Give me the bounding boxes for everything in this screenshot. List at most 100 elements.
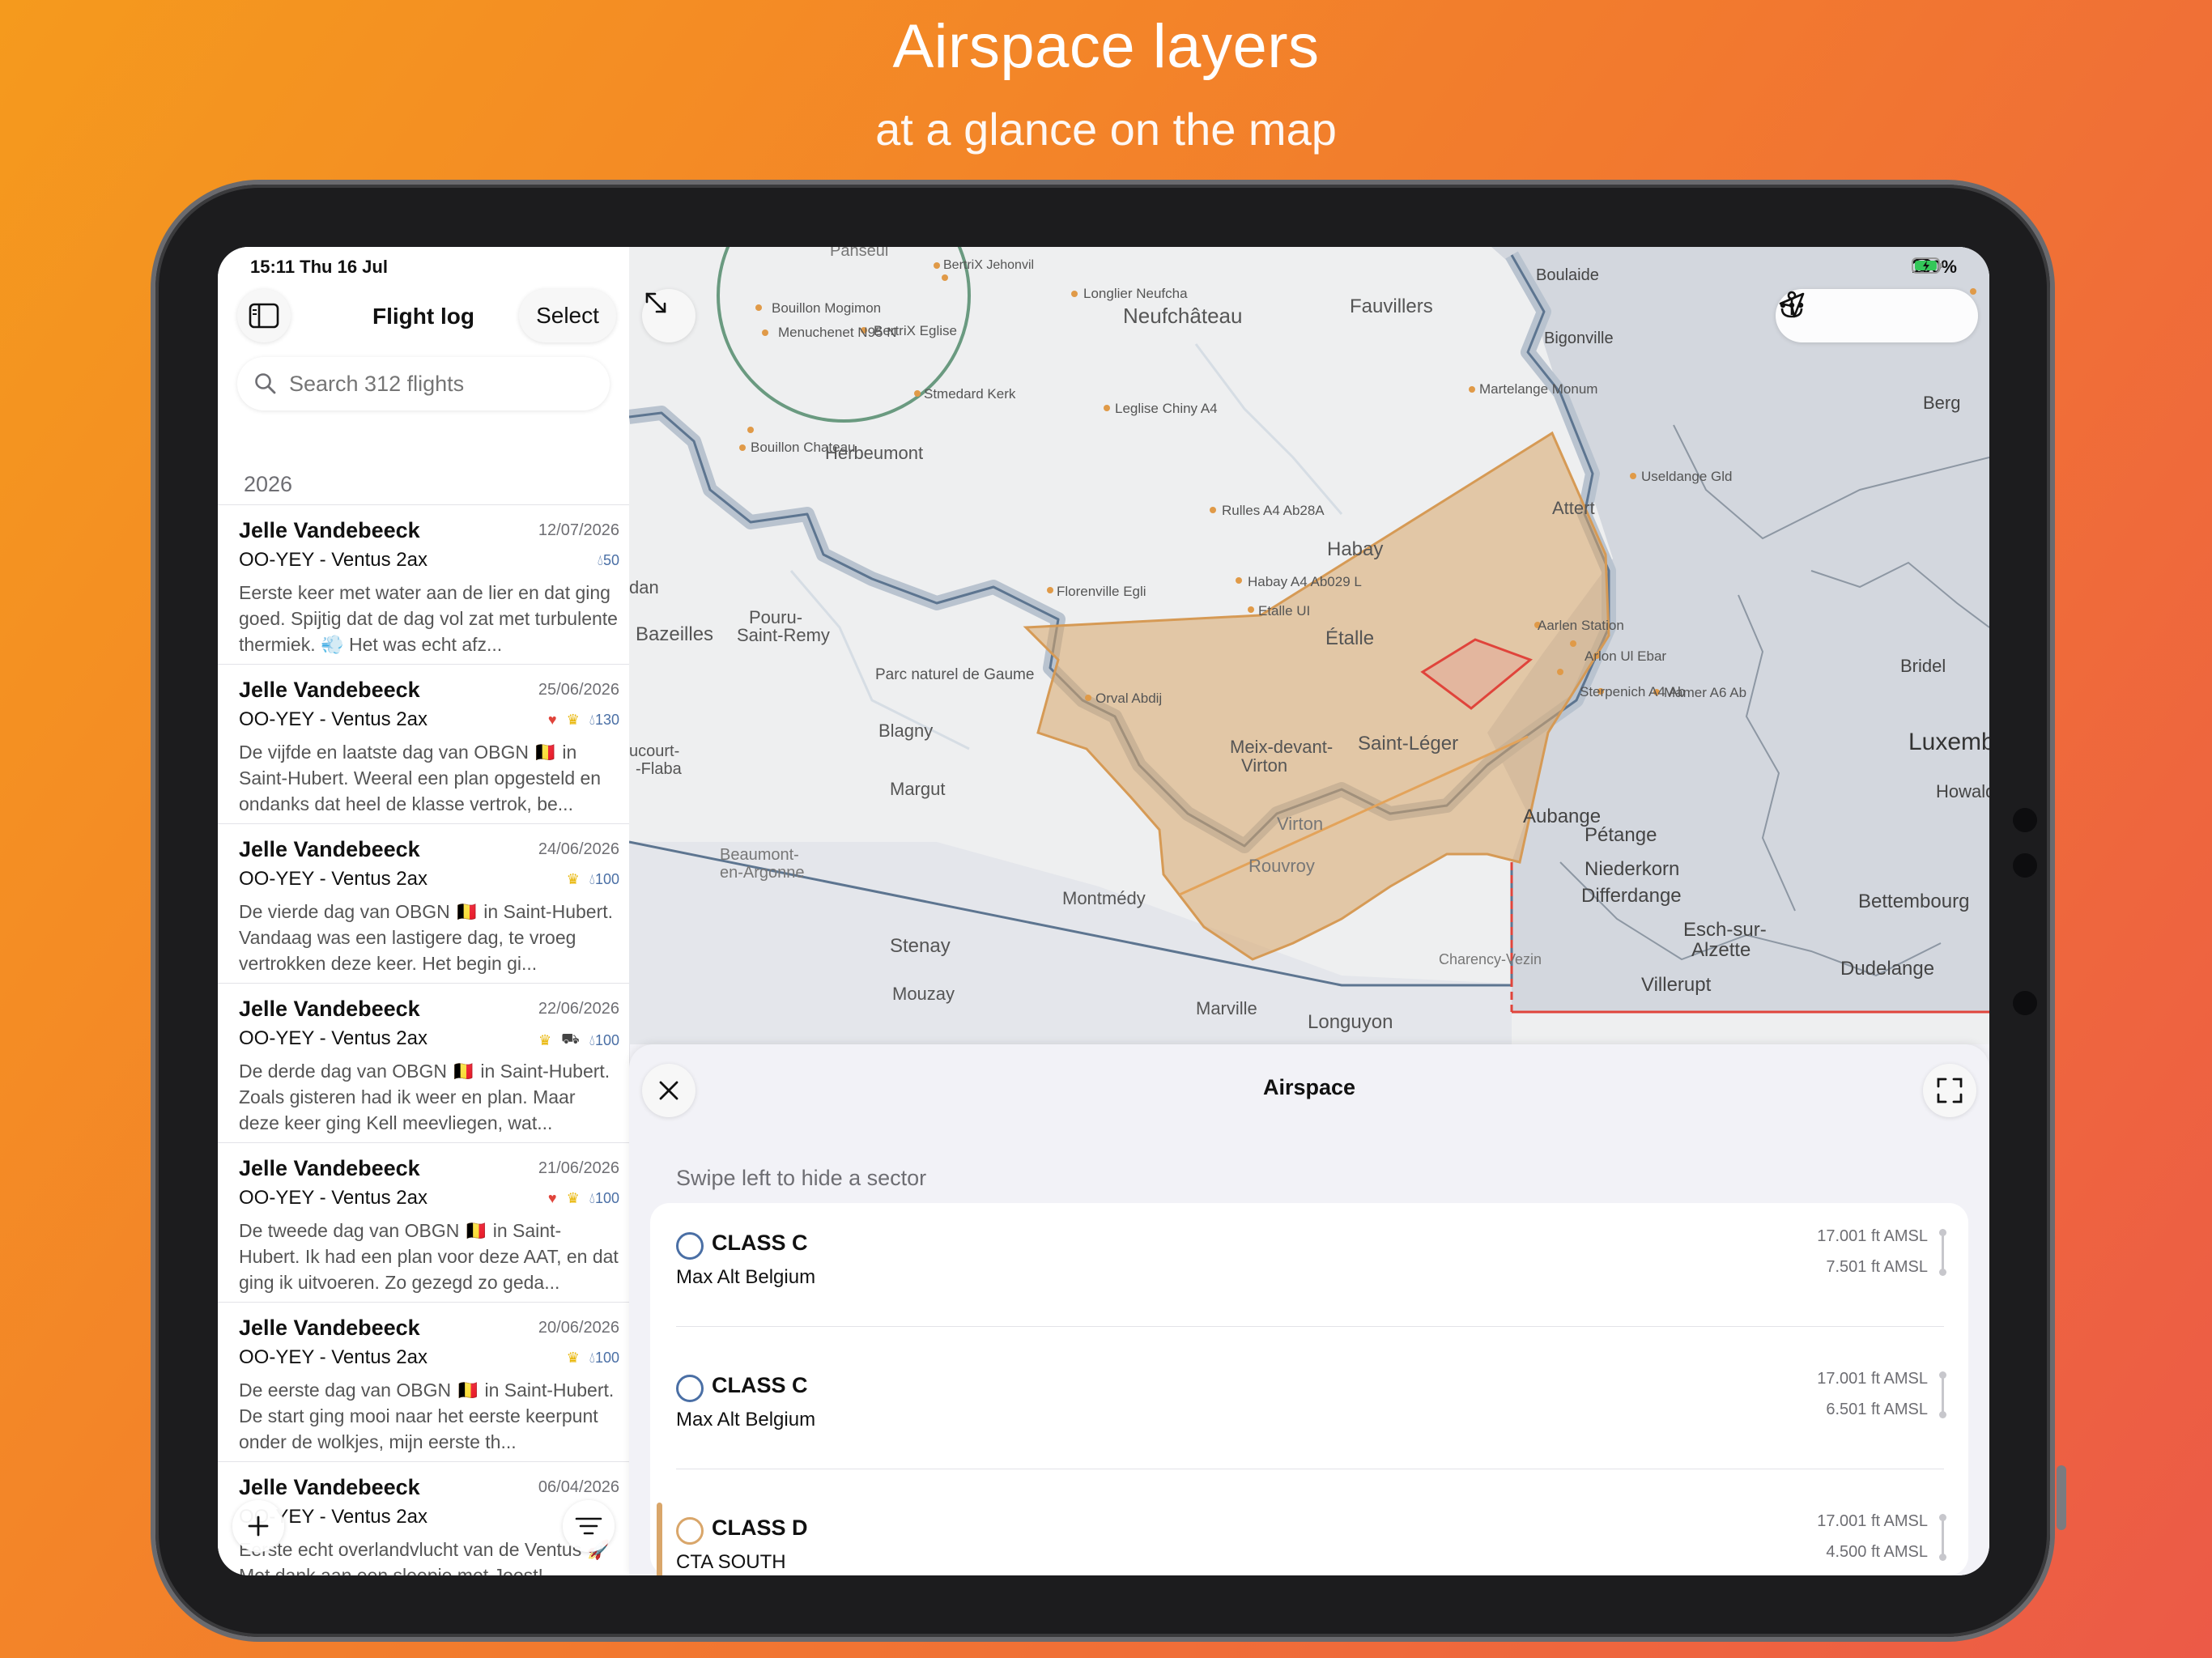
filter-button[interactable] bbox=[563, 1500, 615, 1552]
search-bar[interactable] bbox=[237, 357, 610, 410]
map-label: Saint-Remy bbox=[737, 625, 830, 645]
airspace-name: Max Alt Belgium bbox=[676, 1409, 816, 1431]
airspace-row[interactable]: CLASS C Max Alt Belgium 17.001 ft AMSL 6… bbox=[650, 1346, 1968, 1469]
airspace-class-ring-icon bbox=[676, 1517, 704, 1545]
glider-registration: OO-YEY - Ventus 2ax bbox=[239, 1187, 428, 1209]
water-badge: 💧︎50 bbox=[598, 552, 619, 569]
water-amount: 100 bbox=[594, 1031, 619, 1048]
add-flight-button[interactable] bbox=[232, 1500, 284, 1552]
row-divider bbox=[676, 1326, 1944, 1327]
map-label: Rulles A4 Ab28A bbox=[1222, 503, 1325, 518]
water-amount: 50 bbox=[602, 552, 619, 568]
flight-badges: ♛ 💧︎100 bbox=[567, 871, 619, 888]
altitude-range-icon bbox=[1939, 1229, 1946, 1276]
hero-title: Airspace layers bbox=[892, 12, 1320, 81]
map-label: Luxembourg bbox=[1908, 729, 1989, 755]
flight-list: Jelle Vandebeeck 12/07/2026 OO-YEY - Ven… bbox=[218, 504, 629, 1575]
flight-date: 06/04/2026 bbox=[538, 1478, 619, 1496]
map-canvas bbox=[629, 247, 1989, 1044]
pilot-name: Jelle Vandebeeck bbox=[239, 678, 420, 702]
water-badge: 💧︎100 bbox=[589, 1350, 619, 1367]
expand-arrows-icon bbox=[645, 292, 666, 313]
altitude-range-icon bbox=[1939, 1371, 1946, 1418]
flight-badges: ♥ ♛ 💧︎100 bbox=[548, 1190, 619, 1207]
flight-list-item[interactable]: Jelle Vandebeeck 12/07/2026 OO-YEY - Ven… bbox=[218, 504, 629, 664]
map-label: Étalle bbox=[1325, 627, 1375, 649]
upper-limit: 17.001 ft AMSL bbox=[1817, 1227, 1928, 1245]
map-label: Saint-Léger bbox=[1358, 733, 1459, 755]
crown-icon: ♛ bbox=[566, 712, 580, 728]
map-label: Neufchâteau bbox=[1123, 304, 1243, 328]
heart-icon: ♥ bbox=[547, 712, 557, 728]
map-label: Niederkorn bbox=[1585, 858, 1680, 880]
map-label: Bouillon Chateau bbox=[751, 440, 856, 455]
fullscreen-sheet-button[interactable] bbox=[1923, 1064, 1976, 1117]
map-label: Bettembourg bbox=[1858, 891, 1970, 912]
search-input[interactable] bbox=[287, 370, 598, 397]
flight-list-item[interactable]: Jelle Vandebeeck 22/06/2026 OO-YEY - Ven… bbox=[218, 983, 629, 1142]
map-label: en-Argonne bbox=[720, 864, 805, 882]
water-badge: 💧︎100 bbox=[589, 871, 619, 888]
map-label: Longlier Neufcha bbox=[1083, 286, 1188, 301]
map-label: Differdange bbox=[1581, 885, 1682, 907]
flight-date: 24/06/2026 bbox=[538, 840, 619, 858]
glider-registration: OO-YEY - Ventus 2ax bbox=[239, 1346, 428, 1368]
hero-subtitle: at a glance on the map bbox=[875, 104, 1337, 155]
flight-list-item[interactable]: Jelle Vandebeeck 21/06/2026 OO-YEY - Ven… bbox=[218, 1142, 629, 1302]
side-sensor bbox=[2013, 991, 2037, 1015]
map-label: Blagny bbox=[878, 721, 934, 741]
water-drop-icon: 💧︎ bbox=[589, 1190, 595, 1206]
flight-date: 25/06/2026 bbox=[538, 681, 619, 699]
flight-preview: De vijfde en laatste dag van OBGN 🇧🇪 in … bbox=[239, 742, 602, 814]
airspace-list: CLASS C Max Alt Belgium 17.001 ft AMSL 7… bbox=[650, 1203, 1968, 1575]
select-button[interactable]: Select bbox=[519, 289, 616, 342]
flight-date: 22/06/2026 bbox=[538, 1000, 619, 1018]
map-toolbar bbox=[1776, 289, 1978, 342]
map-label: Boulaide bbox=[1536, 266, 1599, 284]
map-label: Alzette bbox=[1691, 939, 1751, 961]
map-label: Stenay bbox=[890, 935, 951, 957]
map-label: Fauvillers bbox=[1350, 295, 1433, 317]
filter-icon bbox=[575, 1517, 602, 1535]
water-badge: 💧︎100 bbox=[589, 1032, 619, 1049]
map-label: Berg bbox=[1923, 393, 1961, 413]
flight-preview: Eerste echt overlandvlucht van de Ventus… bbox=[239, 1539, 610, 1575]
fullscreen-icon bbox=[1937, 1078, 1963, 1103]
flight-list-item[interactable]: Jelle Vandebeeck 20/06/2026 OO-YEY - Ven… bbox=[218, 1302, 629, 1461]
map-label: Bouillon Mogimon bbox=[772, 300, 882, 316]
map-label: Pétange bbox=[1585, 824, 1657, 846]
map-label: Leglise Chiny A4 bbox=[1115, 401, 1218, 416]
status-bar-right: 100% bbox=[1911, 257, 1957, 278]
expand-map-button[interactable] bbox=[642, 289, 696, 342]
more-icon[interactable] bbox=[1776, 289, 1808, 321]
map-label: Charency-Vezin bbox=[1439, 951, 1542, 967]
pilot-name: Jelle Vandebeeck bbox=[239, 1156, 420, 1180]
map-label: Martelange Monum bbox=[1479, 381, 1598, 397]
side-sensor bbox=[2013, 853, 2037, 878]
glider-registration: OO-YEY - Ventus 2ax bbox=[239, 708, 428, 730]
flight-list-item[interactable]: Jelle Vandebeeck 24/06/2026 OO-YEY - Ven… bbox=[218, 823, 629, 983]
flight-list-item[interactable]: Jelle Vandebeeck 25/06/2026 OO-YEY - Ven… bbox=[218, 664, 629, 823]
airspace-name: CTA SOUTH bbox=[676, 1551, 786, 1573]
airspace-row[interactable]: CLASS D CTA SOUTH 17.001 ft AMSL 4.500 f… bbox=[650, 1488, 1968, 1575]
flight-preview: Eerste keer met water aan de lier en dat… bbox=[239, 582, 618, 655]
airspace-class-ring-icon bbox=[676, 1232, 704, 1260]
map-label: Dudelange bbox=[1840, 958, 1935, 980]
airspace-row[interactable]: CLASS C Max Alt Belgium 17.001 ft AMSL 7… bbox=[650, 1203, 1968, 1327]
map-label: Beaumont- bbox=[720, 846, 799, 864]
river bbox=[1194, 343, 1343, 515]
map-label: Attert bbox=[1552, 498, 1595, 518]
year-header: 2026 bbox=[244, 472, 293, 496]
plus-icon bbox=[248, 1516, 269, 1537]
pilot-name: Jelle Vandebeeck bbox=[239, 1316, 420, 1340]
map-label: Aarlen Station bbox=[1538, 618, 1624, 633]
map-label: dan bbox=[629, 577, 659, 597]
map-view[interactable]: Neufchâteau Fauvillers Herbeumont Habay Étal… bbox=[629, 247, 1989, 1044]
pilot-name: Jelle Vandebeeck bbox=[239, 1475, 420, 1499]
map-label: BertriX Jehonvil bbox=[943, 258, 1035, 272]
crown-icon: ♛ bbox=[538, 1031, 552, 1048]
hero: Airspace layers at a glance on the map bbox=[0, 0, 2212, 155]
map-label: ucourt- bbox=[629, 742, 680, 760]
status-time-date: 15:11 Thu 16 Jul bbox=[250, 257, 388, 277]
device-button bbox=[2057, 1465, 2066, 1530]
